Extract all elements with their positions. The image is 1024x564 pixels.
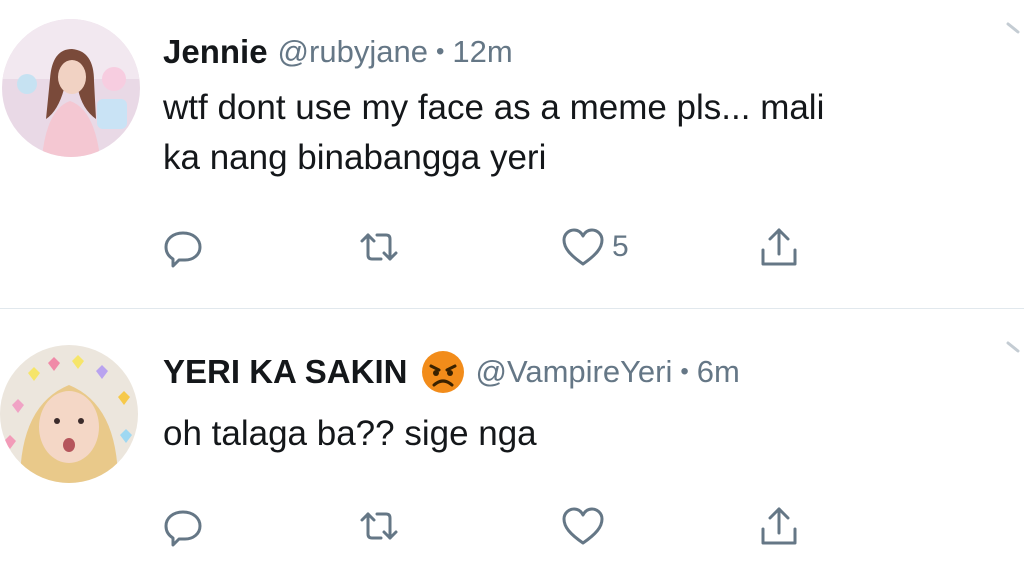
tweet-text-line: ka nang binabangga yeri (163, 138, 547, 177)
username[interactable]: @VampireYeri (475, 354, 672, 390)
avatar[interactable] (0, 345, 138, 483)
like-button[interactable]: 5 (560, 222, 629, 272)
heart-icon (562, 228, 604, 266)
share-button[interactable] (756, 501, 802, 551)
tweet-text: wtf dont use my face as a meme pls... ma… (163, 83, 824, 183)
reply-button[interactable] (160, 222, 206, 272)
tweet-text-line: oh talaga ba?? sige nga (163, 414, 537, 453)
separator-dot: • (435, 38, 445, 65)
heart-icon (562, 507, 604, 545)
reply-button[interactable] (160, 501, 206, 551)
retweet-icon (360, 233, 398, 261)
chevron-down-icon[interactable] (1004, 337, 1024, 361)
avatar[interactable] (2, 19, 140, 157)
action-bar (160, 501, 840, 551)
retweet-button[interactable] (356, 222, 402, 272)
tweet-text-line: wtf dont use my face as a meme pls... ma… (163, 88, 825, 127)
chevron-down-icon[interactable] (1004, 18, 1024, 42)
retweet-icon (360, 512, 398, 540)
retweet-button[interactable] (356, 501, 402, 551)
reply-icon (164, 231, 202, 268)
timestamp[interactable]: 12m (452, 34, 512, 70)
share-icon (761, 228, 797, 266)
timestamp[interactable]: 6m (697, 354, 740, 390)
tweet[interactable]: YERI KA SAKIN @VampireYeri • 6m oh talag… (0, 309, 1024, 564)
share-button[interactable] (756, 222, 802, 272)
separator-dot: • (680, 358, 689, 385)
share-icon (761, 507, 797, 545)
like-count: 5 (612, 230, 629, 263)
action-bar: 5 (160, 222, 840, 272)
angry-face-emoji (421, 350, 465, 394)
like-button[interactable] (560, 501, 612, 551)
display-name[interactable]: Jennie (163, 33, 268, 71)
tweet[interactable]: Jennie @rubyjane • 12m wtf dont use my f… (0, 0, 1024, 308)
tweet-text: oh talaga ba?? sige nga (163, 409, 537, 459)
display-name[interactable]: YERI KA SAKIN (163, 353, 407, 391)
reply-icon (164, 510, 202, 547)
username[interactable]: @rubyjane (278, 34, 428, 70)
